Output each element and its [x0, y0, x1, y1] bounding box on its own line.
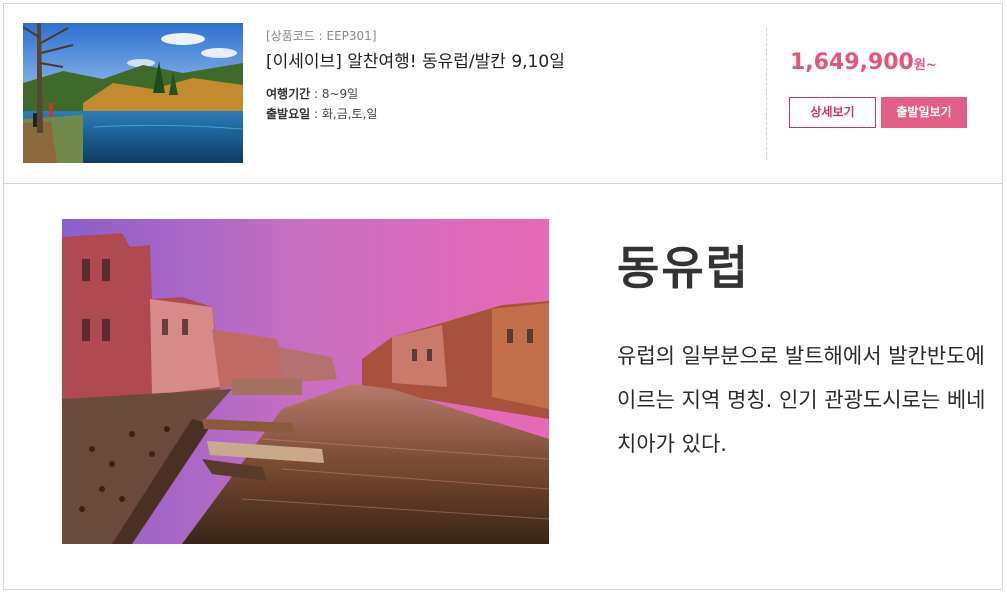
product-price: 1,649,900원~	[790, 50, 937, 75]
detail-button[interactable]: 상세보기	[789, 97, 876, 128]
dashed-divider	[766, 28, 767, 160]
product-card: [상품코드 : EEP301] [이세이브] 알찬여행! 동유럽/발칸 9,10…	[4, 4, 1002, 184]
departure-dates-button[interactable]: 출발일보기	[881, 97, 967, 128]
region-description: 유럽의 일부분으로 발트해에서 발칸반도에 이르는 지역 명칭. 인기 관광도시…	[617, 344, 986, 456]
duration-row: 여행기간 : 8~9일	[266, 84, 736, 104]
venice-canal-photo	[62, 219, 549, 544]
product-thumbnail[interactable]	[23, 23, 243, 163]
page-frame: [상품코드 : EEP301] [이세이브] 알찬여행! 동유럽/발칸 9,10…	[3, 3, 1003, 590]
duration-value: : 8~9일	[310, 87, 359, 101]
departure-label: 출발요일	[266, 107, 311, 121]
price-unit: 원~	[913, 58, 937, 73]
region-title: 동유럽	[617, 241, 750, 295]
product-meta: 여행기간 : 8~9일 출발요일 : 화,금,토,일	[266, 84, 736, 124]
product-info: [상품코드 : EEP301] [이세이브] 알찬여행! 동유럽/발칸 9,10…	[266, 28, 736, 124]
region-photo	[62, 219, 549, 544]
duration-label: 여행기간	[266, 87, 311, 101]
departure-value: : 화,금,토,일	[310, 107, 378, 121]
lake-photo	[23, 23, 243, 163]
product-code: [상품코드 : EEP301]	[266, 29, 377, 43]
price-amount: 1,649,900	[790, 50, 914, 75]
departure-row: 출발요일 : 화,금,토,일	[266, 104, 736, 124]
product-title[interactable]: [이세이브] 알찬여행! 동유럽/발칸 9,10일	[266, 50, 736, 74]
